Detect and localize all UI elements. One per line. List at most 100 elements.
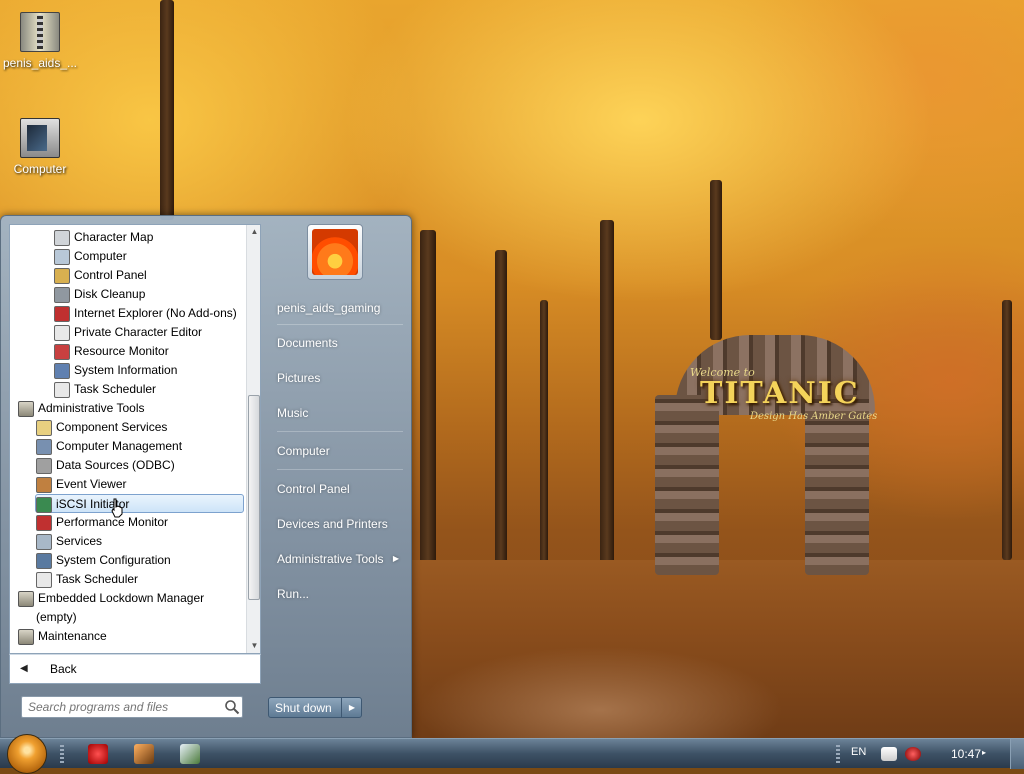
program-item[interactable]: Task Scheduler — [54, 380, 244, 399]
shutdown-button[interactable]: Shut down ▶ — [268, 697, 362, 718]
right-menu-item-label: Run... — [277, 587, 310, 601]
language-indicator[interactable]: EN — [851, 746, 866, 758]
menu-separator — [277, 324, 403, 325]
menu-separator — [277, 431, 403, 432]
program-item-label: Character Map — [74, 230, 154, 244]
system-information-icon — [54, 363, 70, 379]
scroll-up-button[interactable]: ▲ — [247, 225, 260, 239]
program-item[interactable]: Administrative Tools — [18, 399, 244, 418]
right-menu-item-label: Pictures — [277, 371, 321, 385]
program-item[interactable]: Private Character Editor — [54, 323, 244, 342]
program-item[interactable]: Internet Explorer (No Add-ons) — [54, 304, 244, 323]
desktop-icon-computer[interactable]: Computer — [0, 118, 80, 176]
desktop-icon-label: Computer — [13, 162, 67, 176]
shutdown-options-arrow-icon[interactable]: ▶ — [341, 698, 362, 717]
scroll-down-button[interactable]: ▼ — [247, 639, 260, 653]
back-label: Back — [50, 662, 77, 676]
security-icon[interactable] — [905, 747, 921, 761]
hand-cursor-icon — [111, 498, 123, 518]
scroll-thumb[interactable] — [248, 395, 260, 600]
right-menu-item-label: Control Panel — [277, 482, 350, 496]
taskbar-app-icon-red[interactable] — [88, 744, 108, 764]
shutdown-label: Shut down — [275, 701, 332, 715]
right-menu-item[interactable]: Administrative Tools ▶ — [269, 544, 407, 574]
right-menu-item-label: Devices and Printers — [277, 517, 388, 531]
search-icon[interactable] — [224, 699, 240, 715]
performance-monitor-icon — [36, 515, 52, 531]
right-menu-item[interactable]: Devices and Printers — [269, 509, 407, 539]
task-scheduler-icon — [54, 382, 70, 398]
show-desktop-button[interactable] — [1010, 739, 1024, 769]
program-item-label: Disk Cleanup — [74, 287, 146, 301]
event-viewer-icon — [36, 477, 52, 493]
character-editor-icon — [54, 325, 70, 341]
program-item-label: Task Scheduler — [74, 382, 157, 396]
resource-monitor-icon — [54, 344, 70, 360]
right-menu-item[interactable]: Music — [269, 398, 407, 428]
folder-icon — [18, 629, 34, 645]
program-item[interactable]: Embedded Lockdown Manager — [18, 589, 244, 608]
program-item[interactable]: iSCSI Initiator — [35, 494, 244, 513]
taskbar-grip[interactable] — [60, 745, 64, 763]
program-item-label: Component Services — [56, 420, 168, 434]
tree-trunk — [540, 300, 548, 580]
internet-explorer-icon — [54, 306, 70, 322]
right-menu-item-label: Computer — [277, 444, 330, 458]
program-item[interactable]: Performance Monitor — [36, 513, 244, 532]
program-item[interactable]: Computer — [54, 247, 244, 266]
program-item[interactable]: Maintenance — [18, 627, 244, 646]
right-menu-item[interactable]: Run... — [269, 579, 407, 609]
search-box[interactable] — [21, 696, 243, 718]
taskbar-app-icon-media[interactable] — [180, 744, 200, 764]
program-item[interactable]: Task Scheduler — [36, 570, 244, 589]
right-menu-item[interactable]: Control Panel — [269, 474, 407, 504]
character-map-icon — [54, 230, 70, 246]
program-item[interactable]: System Configuration — [36, 551, 244, 570]
search-input[interactable] — [26, 699, 216, 715]
program-item-label: Resource Monitor — [74, 344, 169, 358]
menu-separator — [277, 469, 403, 470]
program-item[interactable]: Data Sources (ODBC) — [36, 456, 244, 475]
back-button[interactable]: ◀ Back — [9, 654, 261, 684]
program-item[interactable]: Character Map — [54, 228, 244, 247]
computer-icon — [54, 249, 70, 265]
control-panel-icon — [54, 268, 70, 284]
program-item-label: System Configuration — [56, 553, 171, 567]
folder-icon — [18, 401, 34, 417]
right-menu-item[interactable]: Computer — [269, 436, 407, 466]
start-menu: Character Map Computer Control Panel Disk C… — [0, 215, 412, 738]
program-item[interactable]: Resource Monitor — [54, 342, 244, 361]
services-icon — [36, 534, 52, 550]
program-item[interactable]: Disk Cleanup — [54, 285, 244, 304]
taskbar-app-icon-orange[interactable] — [134, 744, 154, 764]
program-item[interactable]: Control Panel — [54, 266, 244, 285]
desktop-icon-archive[interactable]: penis_aids_... — [0, 12, 80, 70]
program-item[interactable]: System Information — [54, 361, 244, 380]
clock[interactable]: 10:47 — [951, 747, 981, 761]
start-button[interactable] — [7, 734, 47, 774]
right-menu-item-label: Administrative Tools — [277, 552, 384, 566]
component-services-icon — [36, 420, 52, 436]
program-item[interactable]: Services — [36, 532, 244, 551]
submenu-arrow-icon: ▶ — [392, 554, 399, 563]
programs-scrollbar[interactable]: ▲ ▼ — [246, 225, 260, 653]
tray-grip[interactable] — [836, 745, 840, 763]
computer-management-icon — [36, 439, 52, 455]
program-item-label: Data Sources (ODBC) — [56, 458, 175, 472]
network-icon[interactable] — [881, 747, 897, 761]
computer-icon — [20, 118, 60, 158]
user-picture[interactable] — [307, 224, 363, 280]
program-item[interactable]: Component Services — [36, 418, 244, 437]
right-menu-item[interactable]: Documents — [269, 328, 407, 358]
right-menu-item-label: Documents — [277, 336, 338, 350]
program-item-label: Administrative Tools — [38, 401, 145, 415]
right-menu-item[interactable]: penis_aids_gaming — [269, 293, 407, 323]
right-menu-item-label: Music — [277, 406, 309, 420]
clock-arrow-icon[interactable]: ▸ — [982, 748, 986, 757]
program-item[interactable]: Event Viewer — [36, 475, 244, 494]
program-item[interactable]: (empty) — [36, 608, 244, 627]
program-item[interactable]: Computer Management — [36, 437, 244, 456]
program-item-label: Embedded Lockdown Manager — [38, 591, 205, 605]
right-menu-item[interactable]: Pictures — [269, 363, 407, 393]
program-item-label: Private Character Editor — [74, 325, 203, 339]
